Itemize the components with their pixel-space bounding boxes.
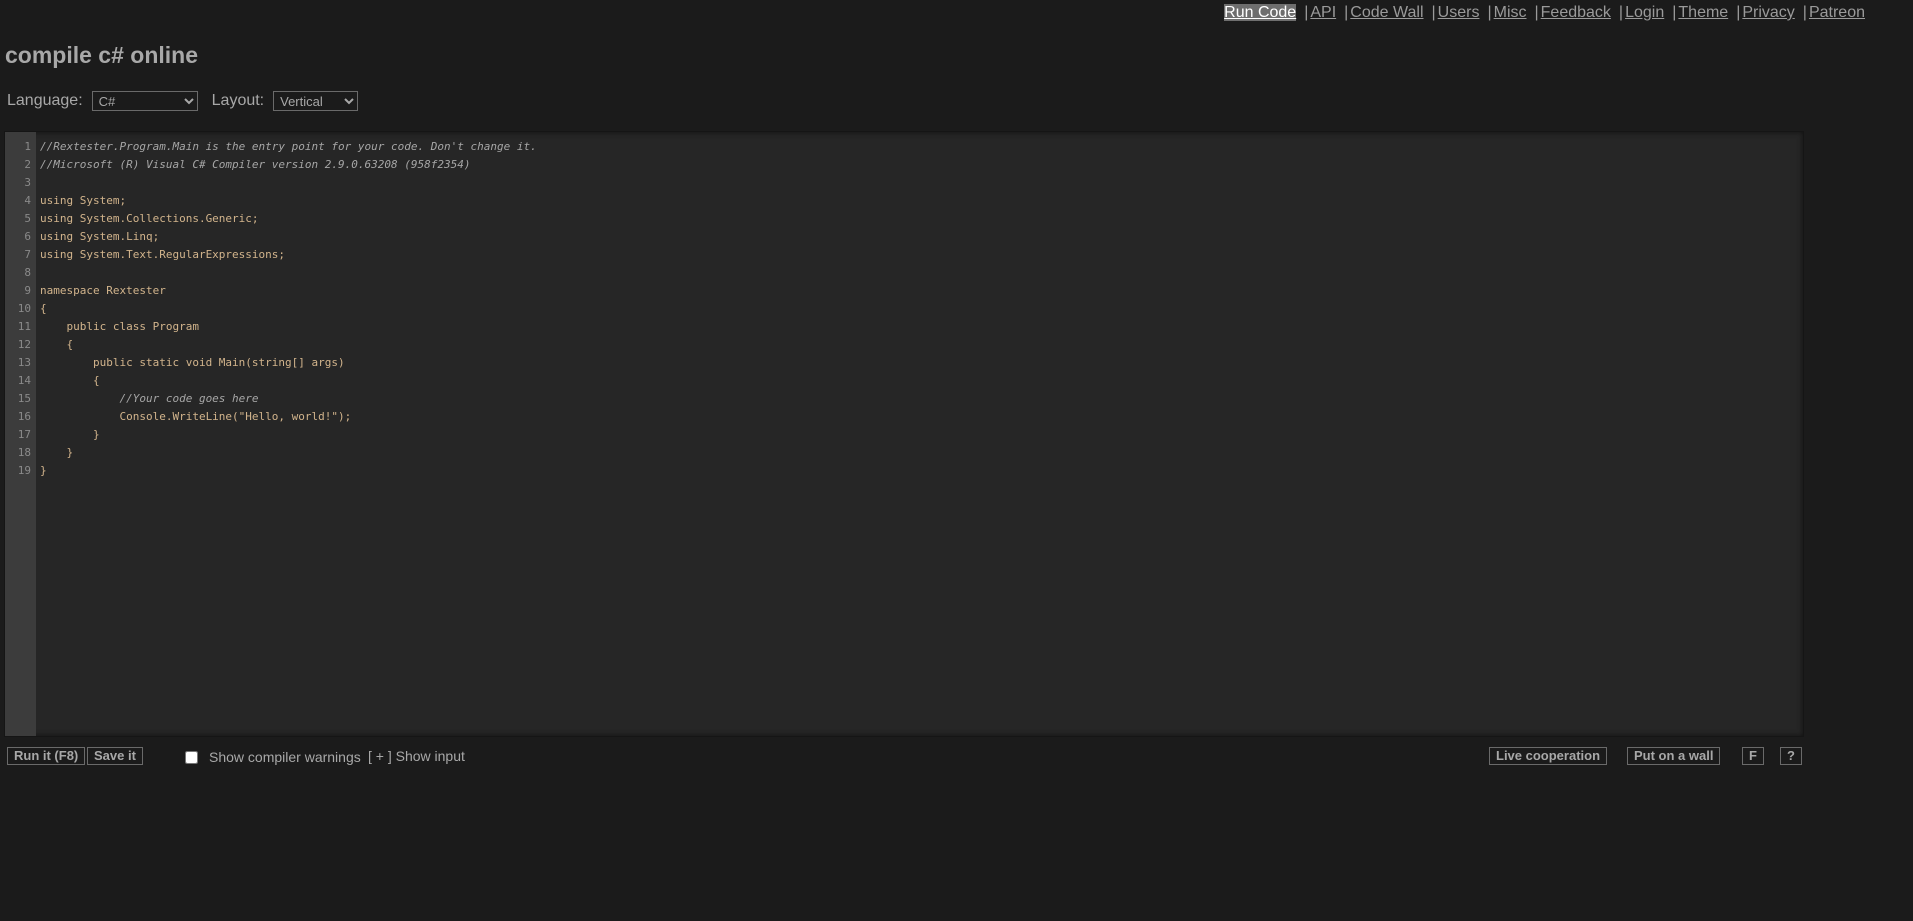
nav-separator: |	[1344, 4, 1349, 21]
layout-select[interactable]: Vertical	[273, 91, 359, 111]
line-number: 15	[17, 392, 31, 405]
nav-api[interactable]: API	[1310, 4, 1336, 21]
nav-feedback[interactable]: Feedback	[1541, 4, 1611, 21]
put-on-wall-button[interactable]: Put on a wall	[1627, 747, 1721, 765]
code-line: //Your code goes here	[40, 392, 259, 405]
page-title: compile c# online	[5, 42, 198, 68]
line-number: 13	[17, 356, 31, 369]
compiler-warnings-label: Show compiler warnings	[209, 749, 361, 765]
line-number: 1	[24, 140, 31, 153]
code-line: namespace Rextester	[40, 284, 166, 297]
options-row: Language: C# Layout: Vertical	[7, 91, 359, 111]
live-cooperation-button[interactable]: Live cooperation	[1489, 747, 1608, 765]
line-number: 5	[24, 212, 31, 225]
code-line: //Rextester.Program.Main is the entry po…	[40, 140, 537, 153]
code-editor[interactable]: 1 2 3 4 5 6 7 8 9 10 11 12 13 14 15 16 17 18 19 //Rexteste…	[4, 131, 1804, 737]
line-number: 9	[24, 284, 31, 297]
help-button[interactable]: ?	[1780, 747, 1802, 765]
code-line: {	[40, 338, 74, 351]
code-line: Console.WriteLine("Hello, world!");	[40, 410, 352, 423]
nav-theme[interactable]: Theme	[1678, 4, 1728, 21]
line-number: 8	[24, 266, 31, 279]
line-number: 19	[17, 464, 31, 477]
compiler-warnings-checkbox[interactable]	[185, 751, 198, 764]
language-label: Language:	[7, 92, 83, 109]
nav-separator: |	[1672, 4, 1677, 21]
nav-login[interactable]: Login	[1625, 4, 1664, 21]
nav-separator: |	[1802, 4, 1807, 21]
nav-privacy[interactable]: Privacy	[1742, 4, 1794, 21]
code-line: public static void Main(string[] args)	[40, 356, 345, 369]
nav-separator: |	[1534, 4, 1539, 21]
line-number: 4	[24, 194, 31, 207]
code-line: using System.Text.RegularExpressions;	[40, 248, 286, 261]
line-number: 10	[17, 302, 31, 315]
line-number: 11	[17, 320, 31, 333]
code-line: }	[40, 446, 74, 459]
code-line: }	[40, 464, 47, 477]
nav-patreon[interactable]: Patreon	[1809, 4, 1865, 21]
code-line: using System;	[40, 194, 127, 207]
nav-separator: |	[1304, 4, 1309, 21]
line-number: 17	[17, 428, 31, 441]
code-area[interactable]: //Rextester.Program.Main is the entry po…	[36, 132, 1803, 736]
code-line: public class Program	[40, 320, 199, 333]
layout-label: Layout:	[211, 92, 265, 109]
fullscreen-button[interactable]: F	[1742, 747, 1764, 765]
show-input-toggle[interactable]: [ + ] Show input	[368, 748, 465, 764]
nav-separator: |	[1736, 4, 1741, 21]
nav-misc[interactable]: Misc	[1494, 4, 1527, 21]
code-line: {	[40, 302, 47, 315]
code-line: //Microsoft (R) Visual C# Compiler versi…	[40, 158, 471, 171]
nav-separator: |	[1618, 4, 1624, 21]
bottom-toolbar: Run it (F8) Save it Show compiler warnin…	[7, 747, 1803, 767]
line-number: 16	[17, 410, 31, 423]
line-number: 3	[24, 176, 31, 189]
code-line: using System.Collections.Generic;	[40, 212, 259, 225]
line-number-gutter: 1 2 3 4 5 6 7 8 9 10 11 12 13 14 15 16 17 18 19	[5, 132, 36, 736]
nav-code-wall[interactable]: Code Wall	[1350, 4, 1423, 21]
line-number: 14	[17, 374, 31, 387]
line-number: 2	[24, 158, 31, 171]
nav-separator: |	[1487, 4, 1492, 21]
nav-run-code[interactable]: Run Code	[1224, 4, 1297, 21]
code-line: {	[40, 374, 100, 387]
nav-separator: |	[1431, 4, 1436, 21]
language-select[interactable]: C#	[91, 91, 198, 111]
line-number: 6	[24, 230, 31, 243]
run-button[interactable]: Run it (F8)	[7, 747, 86, 765]
code-line: using System.Linq;	[40, 230, 160, 243]
code-line: }	[40, 428, 100, 441]
save-button[interactable]: Save it	[87, 747, 143, 765]
nav-users[interactable]: Users	[1438, 4, 1480, 21]
line-number: 12	[17, 338, 31, 351]
line-number: 7	[24, 248, 31, 261]
line-number: 18	[17, 446, 31, 459]
top-navigation: Run Code | API | Code Wall | Users | Misc | Feedba…	[1224, 4, 1865, 22]
